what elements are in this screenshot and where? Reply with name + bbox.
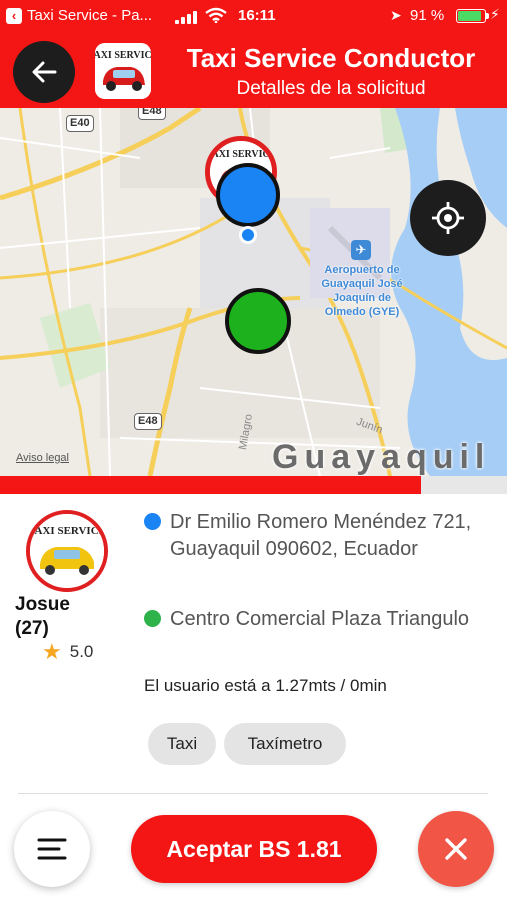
menu-button[interactable] (14, 811, 90, 887)
avatar: TAXI SERVICE (26, 510, 108, 592)
user-name-text: Josue (15, 594, 70, 615)
location-arrow-icon: ➤ (390, 7, 402, 23)
airplane-icon: ✈ (351, 240, 371, 260)
accept-button[interactable]: Aceptar BS 1.81 (131, 815, 377, 883)
destination-pin[interactable] (225, 288, 291, 354)
legal-notice-link[interactable]: Aviso legal (16, 452, 69, 464)
svg-text:TAXI SERVICE: TAXI SERVICE (30, 525, 104, 537)
user-location-dot (239, 226, 257, 244)
close-icon (445, 838, 467, 860)
status-app-name[interactable]: Taxi Service - Pa... (27, 7, 152, 24)
divider (18, 793, 488, 794)
request-timer-progress (0, 476, 507, 494)
status-time: 16:11 (238, 7, 276, 24)
chip-taximetro: Taxímetro (224, 723, 346, 765)
crosshair-icon (432, 202, 464, 234)
status-bar: ‹ Taxi Service - Pa... 16:11 ➤ 91 % ⚡ (0, 0, 507, 32)
destination-address-text: Centro Comercial Plaza Triangulo (170, 608, 470, 630)
wifi-icon (205, 7, 227, 23)
user-trip-count: (27) (15, 618, 49, 639)
airport-label: Aeropuerto de Guayaquil José Joaquín de … (321, 264, 403, 318)
origin-pin[interactable] (216, 163, 280, 227)
page-title: Taxi Service Conductor (186, 43, 476, 73)
destination-dot-icon (144, 610, 161, 627)
road-shield-e48-bottom: E48 (134, 413, 162, 430)
menu-lines-icon (37, 838, 67, 860)
svg-text:TAXI SERVICE: TAXI SERVICE (210, 149, 272, 160)
arrow-left-icon (32, 61, 57, 83)
chip-taxi: Taxi (148, 723, 216, 765)
svg-text:TAXI SERVICE: TAXI SERVICE (95, 50, 151, 61)
map-view[interactable]: E40 E48 E48 ✈ Aeropuerto de Guayaquil Jo… (0, 108, 507, 476)
origin-address-text: Dr Emilio Romero Menéndez 721, Guayaquil… (170, 511, 472, 560)
road-shield-e40: E40 (66, 115, 94, 132)
rating-value: 5.0 (69, 642, 94, 661)
page-subtitle: Detalles de la solicitud (236, 78, 426, 99)
eta-text: El usuario está a 1.27mts / 0min (144, 676, 387, 695)
user-rating: ★ 5.0 (42, 639, 94, 664)
back-button[interactable] (13, 41, 75, 103)
app-logo: TAXI SERVICE (95, 43, 151, 99)
battery-icon (456, 9, 489, 23)
city-label: Guayaquil (272, 438, 491, 476)
back-to-app-icon[interactable]: ‹ (6, 8, 22, 24)
reject-button[interactable] (418, 811, 494, 887)
origin-dot-icon (144, 513, 161, 530)
battery-percent: 91 % (410, 7, 445, 24)
recenter-button[interactable] (410, 180, 486, 256)
road-shield-e48-top: E48 (138, 108, 166, 120)
user-name: Josue (27) (15, 593, 125, 641)
star-icon: ★ (42, 639, 62, 664)
signal-icon (175, 10, 201, 24)
app-header: TAXI SERVICE Taxi Service Conductor Deta… (0, 32, 507, 108)
charging-icon: ⚡ (490, 6, 500, 22)
